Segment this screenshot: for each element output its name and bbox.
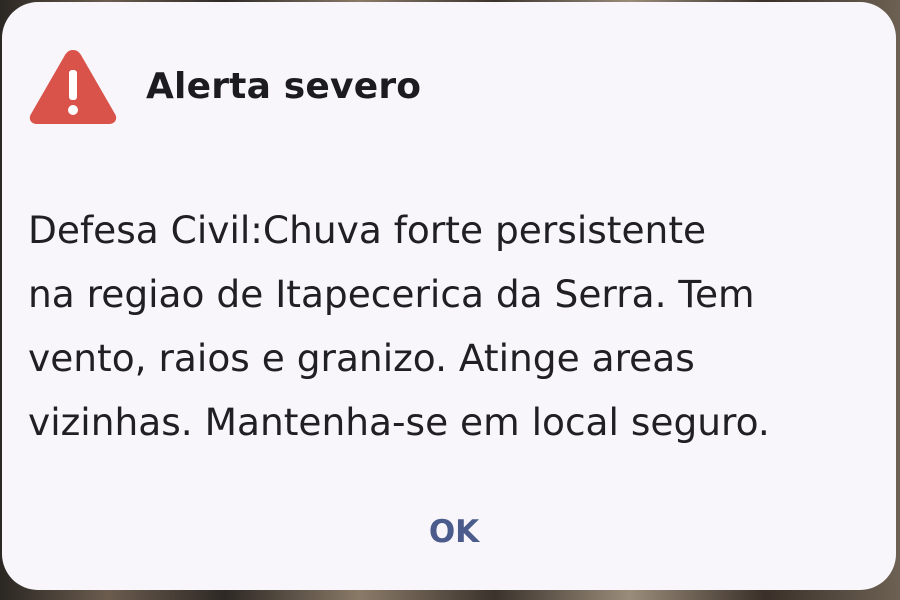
ok-button[interactable]: OK [407,500,501,564]
severe-alert-dialog: Alerta severo Defesa Civil:Chuva forte p… [2,2,896,590]
dialog-header: Alerta severo [28,46,421,126]
warning-triangle-icon [29,50,117,124]
alert-message: Defesa Civil:Chuva forte persistente na … [28,208,770,444]
dialog-title: Alerta severo [146,65,422,107]
